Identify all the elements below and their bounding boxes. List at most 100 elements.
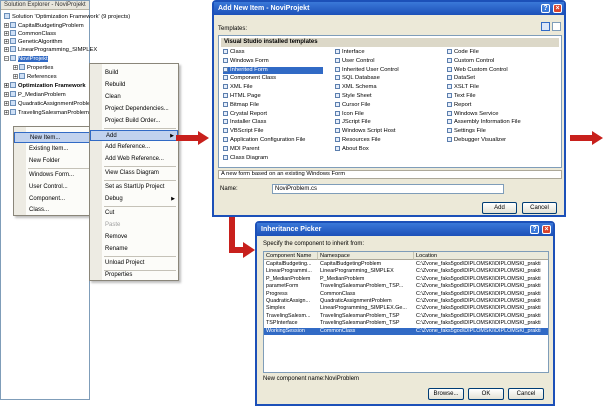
menu-item-project-dependencies[interactable]: Project Dependencies... — [90, 104, 178, 115]
menu-item-paste[interactable]: Paste — [90, 220, 178, 231]
menu-item-component[interactable]: Component... — [14, 194, 92, 205]
template-item[interactable]: Icon File — [335, 110, 435, 118]
component-cell[interactable]: TravelingSalesmanProblem_TSP... — [320, 283, 414, 290]
template-item[interactable]: Assembly Information File — [447, 119, 557, 126]
component-cell[interactable]: C:\Zvone_faks5god\DIPLOMSKI\DIPLOMSKI_pr… — [416, 283, 548, 290]
collapse-icon[interactable]: − — [4, 55, 9, 61]
component-cell[interactable]: Simplex — [266, 305, 318, 312]
component-cell[interactable]: C:\Zvone_faks5god\DIPLOMSKI\DIPLOMSKI_pr… — [416, 298, 548, 305]
template-item-selected[interactable]: Inherited Form — [223, 66, 323, 74]
component-cell[interactable]: TravelingSalesm... — [266, 313, 318, 320]
component-cell[interactable]: CommonClass — [320, 291, 414, 298]
component-cell[interactable]: QuadraticAssign... — [266, 298, 318, 305]
template-item[interactable]: About Box — [335, 145, 435, 153]
template-item[interactable]: Text File — [447, 93, 557, 100]
components-list[interactable]: Component Name Namespace Location Capita… — [263, 251, 549, 373]
template-item[interactable]: JScript File — [335, 119, 435, 126]
menu-item-class[interactable]: Class... — [14, 205, 92, 216]
template-item[interactable]: HTML Page — [223, 93, 323, 100]
template-item[interactable]: Style Sheet — [335, 93, 435, 100]
template-item[interactable]: Class — [223, 49, 323, 56]
component-cell[interactable]: CapitalBudgetingProblem — [320, 261, 414, 268]
template-item[interactable]: Windows Script Host — [335, 128, 435, 135]
menu-item-add-reference[interactable]: Add Reference... — [90, 142, 178, 153]
component-cell[interactable]: TravelingSalesmanProblem_TSP — [320, 320, 414, 327]
component-cell[interactable]: C:\Zvone_faks5god\DIPLOMSKI\DIPLOMSKI_pr… — [416, 268, 548, 275]
template-item[interactable]: XML File — [223, 84, 323, 91]
component-cell[interactable]: P_MedianProblem — [266, 276, 318, 283]
template-item[interactable]: Web Custom Control — [447, 66, 557, 74]
ok-button[interactable]: OK — [468, 388, 504, 400]
template-item[interactable]: Debugger Visualizer — [447, 137, 557, 144]
template-item[interactable]: Report — [447, 101, 557, 109]
template-item[interactable]: Windows Service — [447, 110, 557, 118]
project-node[interactable]: + LinearProgramming_SIMPLEX — [4, 46, 97, 54]
expand-icon[interactable]: + — [4, 38, 9, 44]
menu-item-windows-form[interactable]: Windows Form... — [14, 170, 92, 181]
project-node[interactable]: + P_MedianProblem — [4, 91, 66, 99]
template-item[interactable]: Bitmap File — [223, 101, 323, 109]
expand-icon[interactable]: + — [4, 82, 9, 88]
expand-icon[interactable]: + — [4, 109, 9, 115]
component-cell[interactable]: C:\Zvone_faks5god\DIPLOMSKI\DIPLOMSKI_pr… — [416, 320, 548, 327]
component-cell[interactable]: TSPInterface — [266, 320, 318, 327]
menu-item-remove[interactable]: Remove — [90, 232, 178, 243]
template-item[interactable]: User Control — [335, 57, 435, 65]
template-item[interactable]: Resources File — [335, 137, 435, 144]
expand-icon[interactable]: + — [4, 91, 9, 97]
component-cell[interactable]: WorkingSession — [266, 328, 318, 335]
component-cell[interactable]: parametForm — [266, 283, 318, 290]
expand-icon[interactable]: + — [4, 46, 9, 52]
template-item[interactable]: DataSet — [447, 75, 557, 82]
expand-icon[interactable]: + — [4, 100, 9, 106]
template-item[interactable]: Component Class — [223, 75, 323, 82]
template-item[interactable]: Class Diagram — [223, 154, 323, 162]
browse-button[interactable]: Browse... — [428, 388, 464, 400]
component-cell[interactable]: LinearProgramming_SIMPLEX.Ge... — [320, 305, 414, 312]
template-item[interactable]: Settings File — [447, 128, 557, 135]
component-cell[interactable]: TravelingSalesmanProblem_TSP — [320, 313, 414, 320]
properties-node[interactable]: + Properties — [13, 64, 53, 72]
template-item[interactable]: Code File — [447, 49, 557, 56]
cancel-button[interactable]: Cancel — [522, 202, 557, 214]
project-node[interactable]: + Optimization Framework — [4, 82, 86, 90]
project-node[interactable]: + CapitalBudgetingProblem — [4, 22, 84, 30]
expand-icon[interactable]: + — [13, 64, 18, 70]
component-cell[interactable]: LinearProgramming_SIMPLEX — [320, 268, 414, 275]
expand-icon[interactable]: + — [13, 73, 18, 79]
template-item[interactable]: Installer Class — [223, 119, 323, 126]
template-item[interactable]: SQL Database — [335, 75, 435, 82]
component-cell[interactable]: C:\Zvone_faks5god\DIPLOMSKI\DIPLOMSKI_pr… — [416, 313, 548, 320]
add-button[interactable]: Add — [482, 202, 517, 214]
component-cell[interactable]: C:\Zvone_faks5god\DIPLOMSKI\DIPLOMSKI_pr… — [416, 305, 548, 312]
cancel-button[interactable]: Cancel — [508, 388, 544, 400]
template-item[interactable]: Cursor File — [335, 101, 435, 109]
component-cell[interactable]: CommonClass — [320, 328, 414, 335]
menu-item-add-web-reference[interactable]: Add Web Reference... — [90, 154, 178, 165]
menu-item-rename[interactable]: Rename — [90, 244, 178, 255]
component-cell[interactable]: QuadraticAssignmentProblem — [320, 298, 414, 305]
column-header-component-name[interactable]: Component Name — [264, 252, 318, 260]
template-item[interactable]: Crystal Report — [223, 110, 323, 118]
close-icon[interactable]: × — [553, 4, 562, 13]
component-cell[interactable]: P_MedianProblem — [320, 276, 414, 283]
project-node[interactable]: + QuadraticAssignmentProblem — [4, 100, 95, 108]
menu-item-view-class-diagram[interactable]: View Class Diagram — [90, 168, 178, 179]
component-cell[interactable]: CapitalBudgeting... — [266, 261, 318, 268]
component-cell[interactable]: C:\Zvone_faks5god\DIPLOMSKI\DIPLOMSKI_pr… — [416, 291, 548, 298]
template-item[interactable]: Inherited User Control — [335, 66, 435, 74]
component-cell[interactable]: Progress — [266, 291, 318, 298]
menu-item-unload-project[interactable]: Unload Project — [90, 258, 178, 269]
close-icon[interactable]: × — [542, 225, 551, 234]
column-header-namespace[interactable]: Namespace — [318, 252, 414, 260]
name-input[interactable]: NoviProblem.cs — [272, 184, 504, 194]
column-header-location[interactable]: Location — [414, 252, 548, 260]
component-cell[interactable]: C:\Zvone_faks5god\DIPLOMSKI\DIPLOMSKI_pr… — [416, 261, 548, 268]
project-node[interactable]: + CommonClass — [4, 30, 56, 38]
help-icon[interactable]: ? — [541, 4, 550, 13]
template-item[interactable]: Custom Control — [447, 57, 557, 65]
menu-item-build[interactable]: Build — [90, 68, 178, 79]
expand-icon[interactable]: + — [4, 30, 9, 36]
project-node[interactable]: + GeneticAlgorithm — [4, 38, 62, 46]
menu-item-clean[interactable]: Clean — [90, 92, 178, 103]
